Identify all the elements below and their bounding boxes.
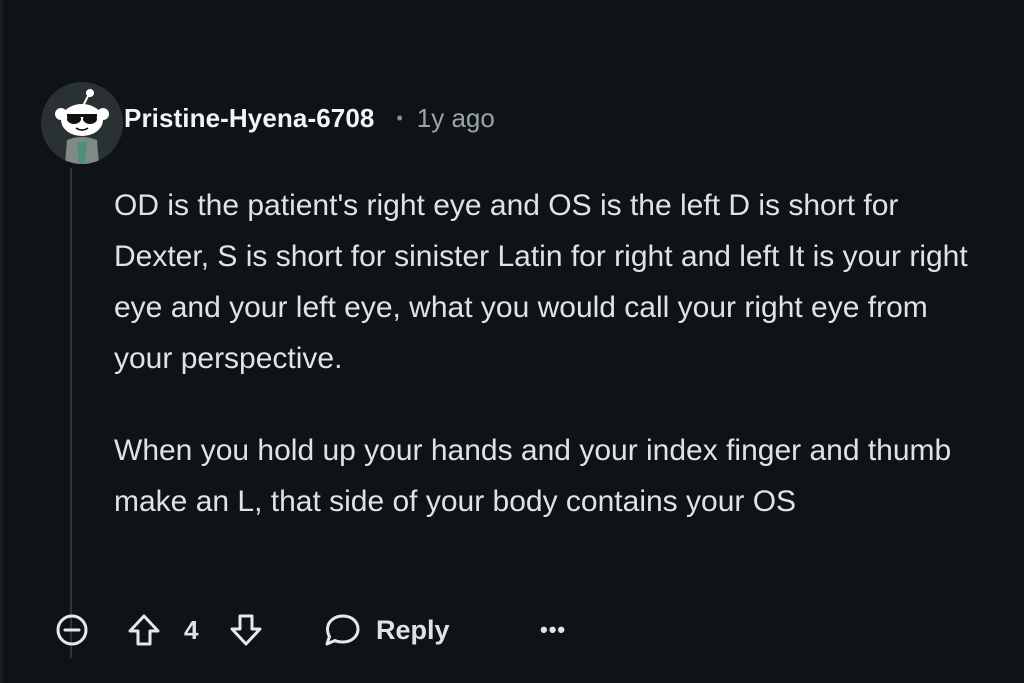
left-edge (0, 0, 3, 683)
downvote-button[interactable] (228, 606, 264, 654)
username-link[interactable]: Pristine-Hyena-6708 (124, 103, 374, 134)
comment-screen: Pristine-Hyena-6708 • 1y ago OD is the p… (0, 0, 1024, 683)
meta-separator: • (396, 107, 403, 128)
avatar[interactable] (41, 82, 123, 164)
thread-line[interactable] (70, 168, 72, 658)
speech-bubble-icon (325, 614, 360, 646)
comment-actions: 4 Reply ••• (52, 606, 1012, 654)
arrow-down-outline-icon (230, 614, 262, 646)
snoo-sunglasses-icon (41, 82, 123, 164)
comment-header: Pristine-Hyena-6708 • 1y ago (124, 98, 495, 138)
vote-score: 4 (184, 614, 199, 645)
comment-paragraph-2: When you hold up your hands and your ind… (114, 434, 952, 518)
arrow-up-outline-icon (128, 614, 160, 646)
reply-button[interactable]: Reply (322, 606, 450, 654)
reply-label: Reply (376, 614, 450, 645)
more-options-button[interactable]: ••• (540, 606, 566, 654)
comment-paragraph-1: OD is the patient's right eye and OS is … (114, 189, 968, 375)
upvote-button[interactable] (126, 606, 162, 654)
minus-circle-icon (56, 614, 88, 646)
timestamp[interactable]: 1y ago (417, 103, 495, 134)
comment-body: OD is the patient's right eye and OS is … (114, 180, 994, 527)
collapse-button[interactable] (52, 606, 92, 654)
